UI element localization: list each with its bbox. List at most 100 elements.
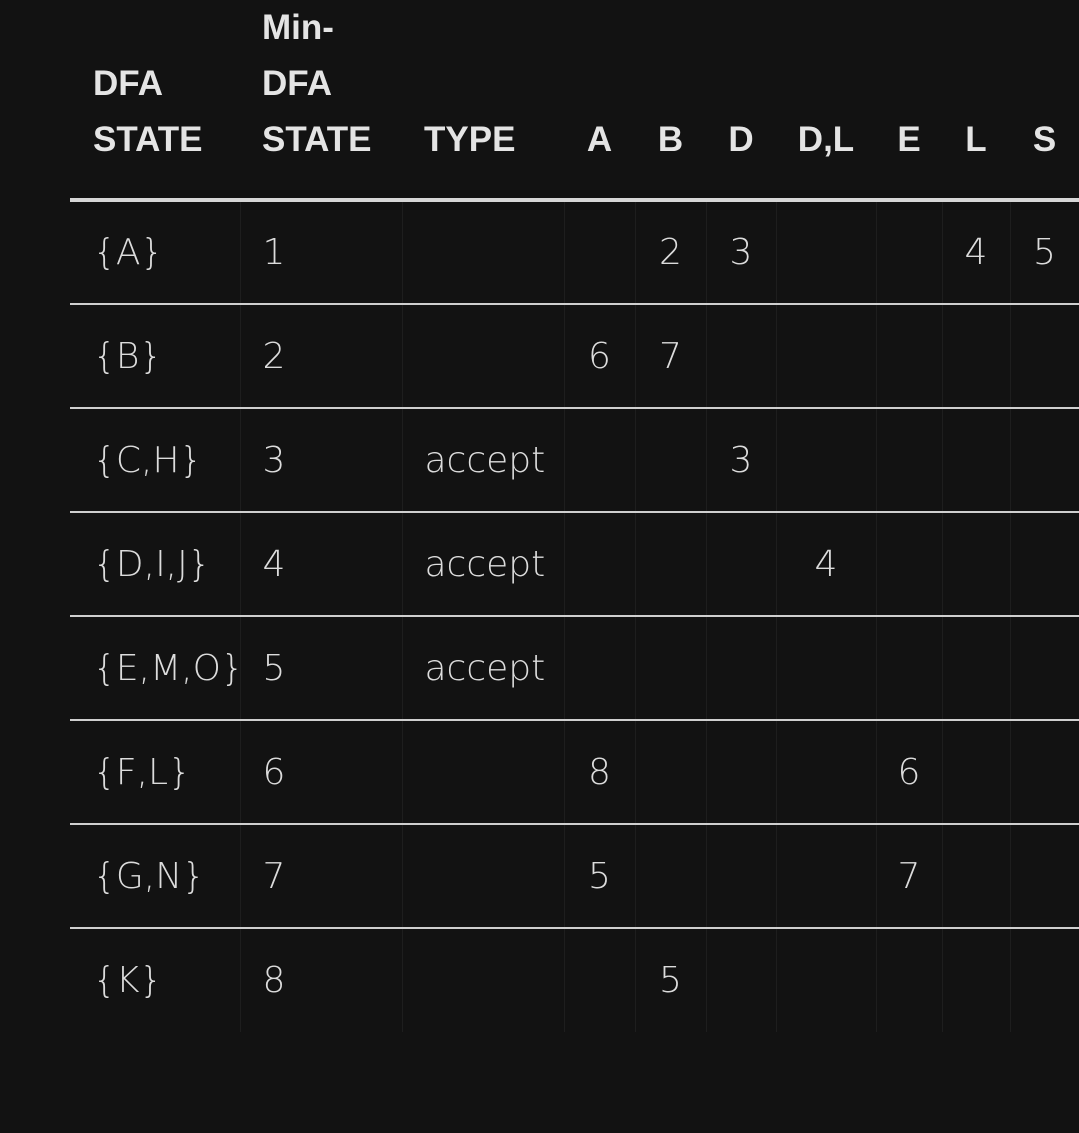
table-row: {F,L} 6 8 6 (70, 720, 1079, 825)
type-cell: accept (402, 408, 565, 513)
transition-cell (776, 200, 877, 305)
header-dfa-state: DFA STATE (70, 0, 240, 202)
transition-cell: 4 (942, 200, 1011, 305)
transition-cell (564, 408, 636, 513)
header-letter-dl: D,L (776, 0, 876, 202)
transition-cell (1010, 408, 1079, 513)
transition-cell (564, 200, 636, 305)
transition-cell: 4 (776, 512, 877, 617)
transition-cell (776, 408, 877, 513)
table-row: {D,I,J} 4 accept 4 (70, 512, 1079, 617)
table-row: {G,N} 7 5 7 (70, 824, 1079, 929)
dfa-state-cell: {F,L} (70, 720, 241, 825)
header-min-dfa-state-line-2: DFA (262, 64, 332, 103)
transition-cell (564, 928, 636, 1032)
min-dfa-state-cell: 4 (240, 512, 403, 617)
transition-cell (776, 304, 877, 409)
type-cell: accept (402, 616, 565, 721)
dfa-state-cell: {E,M,O} (70, 616, 244, 721)
dfa-state-cell: {G,N} (70, 824, 241, 929)
transition-cell (706, 616, 777, 721)
min-dfa-state-cell: 8 (240, 928, 403, 1032)
transition-cell (706, 824, 777, 929)
transition-cell (635, 512, 707, 617)
transition-cell (635, 824, 707, 929)
transition-cell (942, 304, 1011, 409)
type-cell: accept (402, 512, 565, 617)
transition-cell (706, 928, 777, 1032)
transition-cell: 3 (706, 200, 777, 305)
table-row: {A} 1 2 3 4 5 (70, 200, 1079, 305)
transition-cell (776, 928, 877, 1032)
transition-cell: 7 (635, 304, 707, 409)
header-letter-a: A (564, 0, 635, 202)
min-dfa-state-cell: 1 (240, 200, 403, 305)
table-row: {B} 2 6 7 (70, 304, 1079, 409)
transition-cell (942, 512, 1011, 617)
transition-cell (942, 720, 1011, 825)
transition-cell: 5 (564, 824, 636, 929)
min-dfa-state-cell: 5 (240, 616, 403, 721)
transition-cell (942, 408, 1011, 513)
header-letter-e: E (876, 0, 942, 202)
header-letter-s: S (1010, 0, 1079, 202)
type-cell (402, 200, 565, 305)
dfa-state-cell: {B} (70, 304, 241, 409)
header-type: TYPE (402, 0, 564, 202)
transition-cell: 8 (564, 720, 636, 825)
header-min-dfa-state: Min- DFA STATE (240, 0, 402, 202)
transition-cell (635, 616, 707, 721)
transition-cell (942, 824, 1011, 929)
transition-cell (1010, 928, 1079, 1032)
header-dfa-state-line-1: DFA (93, 64, 163, 103)
transition-cell: 7 (876, 824, 943, 929)
header-letter-l: L (942, 0, 1010, 202)
dfa-state-cell: {C,H} (70, 408, 241, 513)
transition-cell (942, 616, 1011, 721)
transition-cell: 3 (706, 408, 777, 513)
min-dfa-state-cell: 2 (240, 304, 403, 409)
table-body: {A} 1 2 3 4 5 {B} 2 6 7 {C,H} 3 accept 3 {D,I,J} 4 accep… (70, 200, 1079, 1032)
transition-cell (635, 408, 707, 513)
min-dfa-state-cell: 6 (240, 720, 403, 825)
transition-cell: 5 (1010, 200, 1079, 305)
header-letter-d: D (706, 0, 776, 202)
transition-cell (876, 928, 943, 1032)
transition-cell (876, 200, 943, 305)
header-dfa-state-line-2: STATE (93, 120, 203, 159)
type-cell (402, 304, 565, 409)
transition-cell (876, 512, 943, 617)
transition-cell (1010, 824, 1079, 929)
dfa-state-cell: {K} (70, 928, 241, 1032)
transition-cell (876, 616, 943, 721)
type-cell (402, 928, 565, 1032)
transition-cell: 6 (564, 304, 636, 409)
table-row: {C,H} 3 accept 3 (70, 408, 1079, 513)
transition-cell (1010, 304, 1079, 409)
header-min-dfa-state-line-1: Min- (262, 8, 334, 47)
min-dfa-state-cell: 3 (240, 408, 403, 513)
header-letter-b: B (635, 0, 706, 202)
header-row: DFA STATE Min- DFA STATE TYPE A B D D,L … (70, 0, 1079, 202)
table-row: {K} 8 5 (70, 928, 1079, 1032)
transition-cell (564, 616, 636, 721)
transition-cell (1010, 720, 1079, 825)
transition-cell (706, 720, 777, 825)
header-min-dfa-state-line-3: STATE (262, 120, 372, 159)
table-header: DFA STATE Min- DFA STATE TYPE A B D D,L … (70, 0, 1079, 202)
type-cell (402, 720, 565, 825)
transition-cell (706, 512, 777, 617)
dfa-state-cell: {D,I,J} (70, 512, 241, 617)
dfa-transition-table: DFA STATE Min- DFA STATE TYPE A B D D,L … (70, 0, 1079, 1032)
transition-cell: 2 (635, 200, 707, 305)
table-row: {E,M,O} 5 accept (70, 616, 1079, 721)
type-cell (402, 824, 565, 929)
transition-cell (876, 408, 943, 513)
transition-cell (706, 304, 777, 409)
dfa-state-cell: {A} (70, 200, 241, 305)
transition-cell (876, 304, 943, 409)
transition-cell (776, 720, 877, 825)
transition-cell (1010, 512, 1079, 617)
transition-cell: 5 (635, 928, 707, 1032)
transition-cell (942, 928, 1011, 1032)
